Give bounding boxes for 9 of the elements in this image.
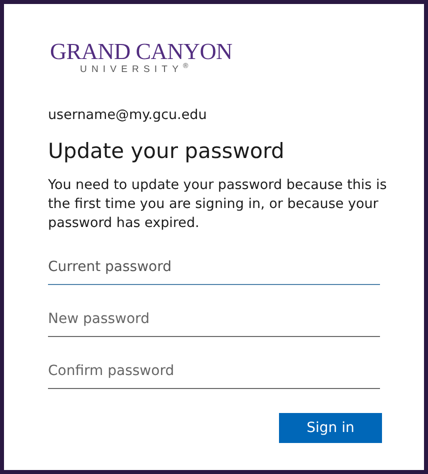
sign-in-button[interactable]: Sign in xyxy=(279,413,382,444)
account-email: username@my.gcu.edu xyxy=(48,106,208,125)
info-message: You need to update your password because this is the first time you are signing in, or because your password has expired. xyxy=(48,176,388,234)
page-title: Update your password xyxy=(48,139,286,164)
password-field[interactable]: Confirm password xyxy=(48,355,380,390)
logo-wordmark: GRAND CANYON xyxy=(50,40,232,64)
logo-subtitle: UNIVERSITY$^{®}$ xyxy=(80,64,194,76)
password-field[interactable]: New password xyxy=(48,303,380,338)
password-field[interactable]: Current password xyxy=(48,251,380,286)
